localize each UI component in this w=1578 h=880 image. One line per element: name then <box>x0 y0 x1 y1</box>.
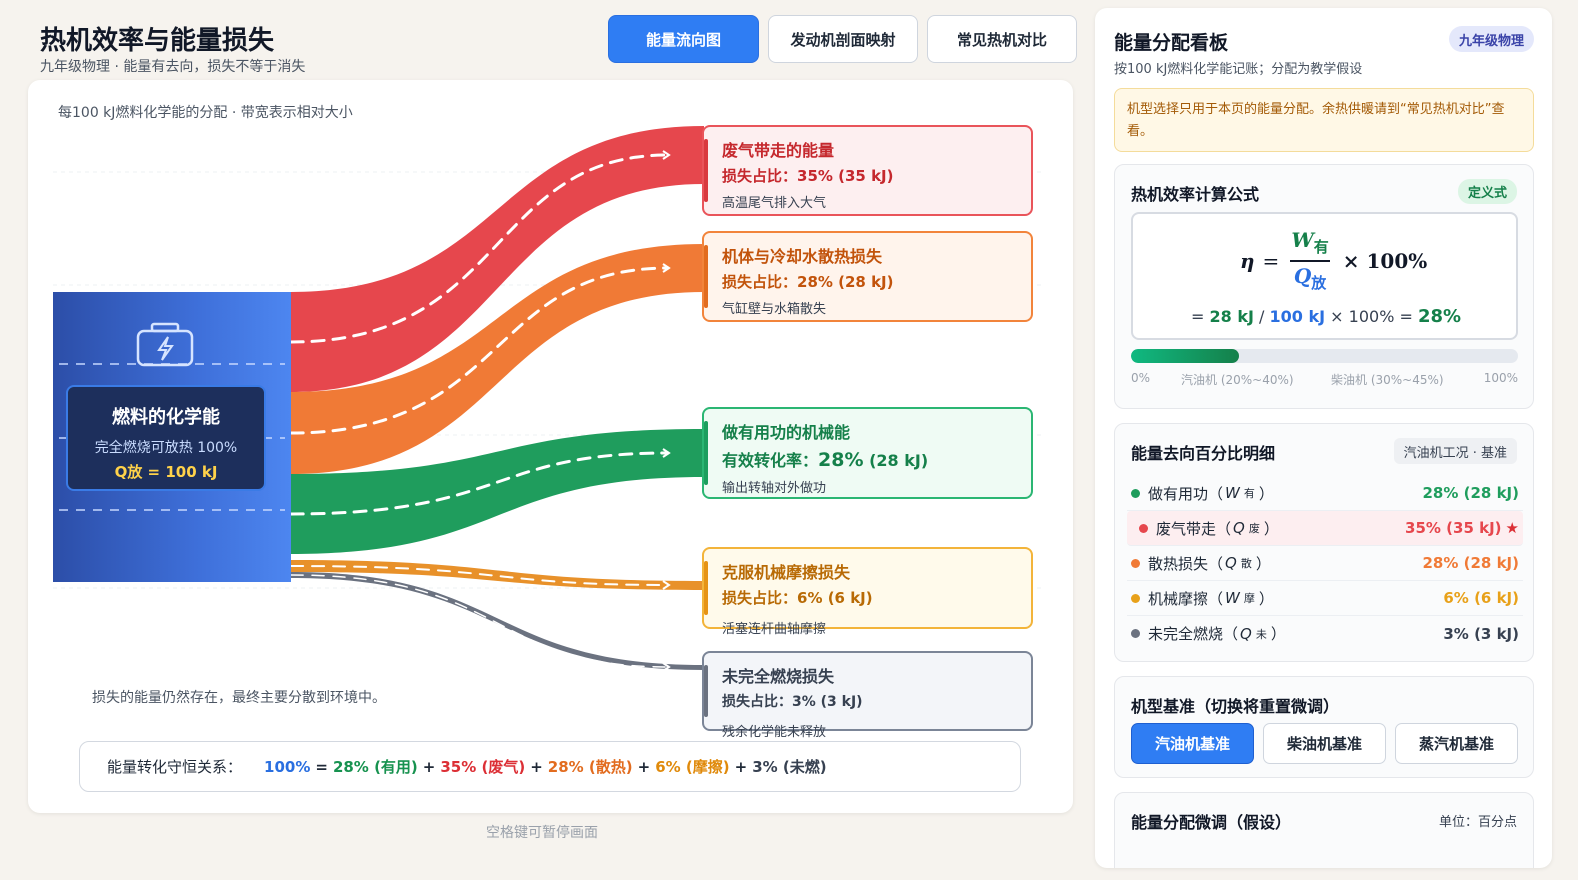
output-ratio: 损失占比：35% (35 kJ) <box>722 167 894 185</box>
legend-dot-icon <box>1131 488 1140 498</box>
output-ratio: 损失占比：3% (3 kJ) <box>722 694 863 710</box>
conservation-cooling: 28% (散热) <box>547 758 633 776</box>
condition-tag: 汽油机工况 · 基准 <box>1393 438 1517 464</box>
energy-detail-card: 能量去向百分比明细 汽油机工况 · 基准 做有用功（ W 有） 28% (28 kJ)… <box>1114 423 1534 662</box>
conservation-useful: 28% (有用) <box>332 758 418 776</box>
conservation-total: 100% <box>264 757 311 776</box>
battery-bolt-icon <box>136 322 194 367</box>
detail-row-value: 28% (28 kJ) <box>1422 554 1520 572</box>
conservation-equation: 能量转化守恒关系： 100% = 28% (有用) + 35% (废气) + 2… <box>79 741 1021 792</box>
output-ratio: 损失占比：6% (6 kJ) <box>722 589 873 607</box>
output-ratio: 有效转化率：28% (28 kJ) <box>722 449 929 471</box>
fuel-source-card: 燃料的化学能 完全燃烧可放热 100% Q放 = 100 kJ <box>66 385 266 491</box>
output-desc: 残余化学能未释放 <box>722 725 827 740</box>
output-desc: 活塞连杆曲轴摩擦 <box>722 622 827 637</box>
fine-tune-card: 能量分配微调（假设） 单位：百分点 <box>1114 792 1534 868</box>
detail-row-label: 机械摩擦（ W 摩） <box>1131 588 1274 609</box>
app-subtitle: 九年级物理 · 能量有去向，损失不等于消失 <box>40 59 306 75</box>
detail-row: 机械摩擦（ W 摩） 6% (6 kJ) <box>1127 581 1523 616</box>
engine-title: 机型基准（切换将重置微调） <box>1131 697 1340 716</box>
legend-dot-icon <box>1131 629 1140 638</box>
detail-row-value: 35% (35 kJ) ★ <box>1405 519 1519 537</box>
output-card-friction[interactable]: 克服机械摩擦损失 损失占比：6% (6 kJ) 活塞连杆曲轴摩擦 <box>702 547 1033 637</box>
formula-title: 热机效率计算公式 <box>1131 185 1260 204</box>
diesel-baseline-button[interactable]: 柴油机基准 <box>1263 723 1386 764</box>
detail-row-value: 3% (3 kJ) <box>1443 624 1519 643</box>
output-card-cooling[interactable]: 机体与冷却水散热损失 损失占比：28% (28 kJ) 气缸壁与水箱散失 <box>702 231 1033 322</box>
detail-row: 废气带走（ Q 废） 35% (35 kJ) ★ <box>1127 511 1523 546</box>
output-card-exhaust[interactable]: 废气带走的能量 损失占比：35% (35 kJ) 高温尾气排入大气 <box>702 125 1033 216</box>
detail-title: 能量去向百分比明细 <box>1131 444 1276 463</box>
energy-flow-panel: 每100 kJ燃料化学能的分配 · 带宽表示相对大小 燃料的化学能 完全燃烧可放… <box>28 80 1073 813</box>
conservation-exhaust: 35% (废气) <box>440 758 526 776</box>
grade-badge: 九年级物理 <box>1448 26 1534 52</box>
detail-row-label: 未完全燃烧（ Q 未） <box>1131 623 1286 644</box>
unit-label: 单位：百分点 <box>1438 815 1517 830</box>
engine-baseline-card: 机型基准（切换将重置微调） 汽油机基准 柴油机基准 蒸汽机基准 <box>1114 676 1534 778</box>
detail-row-value: 6% (6 kJ) <box>1443 589 1519 607</box>
detail-row-label: 做有用功（ W 有） <box>1131 483 1274 504</box>
output-title: 机体与冷却水散热损失 <box>722 247 883 266</box>
output-title: 做有用功的机械能 <box>722 423 851 442</box>
detail-row-label: 散热损失（ Q 散） <box>1131 553 1271 574</box>
tab-engine-compare[interactable]: 常见热机对比 <box>927 15 1077 63</box>
formula-box: η = W有 Q放 × 100% = 28 kJ / 100 kJ × 100%… <box>1131 212 1518 340</box>
conservation-label: 能量转化守恒关系： <box>107 758 243 776</box>
loss-note: 损失的能量仍然存在，最终主要分散到环境中。 <box>92 690 386 706</box>
efficiency-calculation: = 28 kJ / 100 kJ × 100% = 28% <box>1191 306 1462 327</box>
dashboard-subtitle: 按100 kJ燃料化学能记账；分配为教学假设 <box>1114 62 1363 77</box>
formula-card: 热机效率计算公式 定义式 η = W有 Q放 × 100% = 28 kJ / … <box>1114 164 1534 409</box>
view-tabs: 能量流向图 发动机剖面映射 常见热机对比 <box>608 15 1077 63</box>
notice-banner: 机型选择只用于本页的能量分配。余热供暖请到“常见热机对比”查看。 <box>1114 88 1534 152</box>
steam-baseline-button[interactable]: 蒸汽机基准 <box>1395 723 1518 764</box>
detail-row-value: 28% (28 kJ) <box>1422 484 1520 502</box>
gasoline-baseline-button[interactable]: 汽油机基准 <box>1131 723 1254 764</box>
energy-dashboard: 能量分配看板 九年级物理 按100 kJ燃料化学能记账；分配为教学假设 机型选择… <box>1095 8 1552 868</box>
source-desc: 完全燃烧可放热 100% <box>94 440 238 456</box>
pause-hint: 空格键可暂停画面 <box>486 825 598 841</box>
star-icon: ★ <box>1505 519 1519 537</box>
detail-row: 做有用功（ W 有） 28% (28 kJ) <box>1127 476 1523 511</box>
tab-engine-section[interactable]: 发动机剖面映射 <box>768 15 918 63</box>
efficiency-bar <box>1131 349 1518 363</box>
dashboard-title: 能量分配看板 <box>1114 32 1229 54</box>
conservation-unburnt: 3% (未燃) <box>752 758 827 776</box>
detail-row-label: 废气带走（ Q 废） <box>1139 518 1279 539</box>
detail-row: 未完全燃烧（ Q 未） 3% (3 kJ) <box>1127 616 1523 651</box>
legend-dot-icon <box>1131 593 1140 603</box>
definition-tag: 定义式 <box>1457 179 1517 204</box>
detail-row: 散热损失（ Q 散） 28% (28 kJ) <box>1127 546 1523 581</box>
output-desc: 输出转轴对外做功 <box>722 481 827 496</box>
app-title: 热机效率与能量损失 <box>40 26 275 56</box>
output-ratio: 损失占比：28% (28 kJ) <box>722 273 894 291</box>
output-title: 克服机械摩擦损失 <box>722 563 851 582</box>
output-desc: 气缸壁与水箱散失 <box>722 302 827 317</box>
output-card-useful[interactable]: 做有用功的机械能 有效转化率：28% (28 kJ) 输出转轴对外做功 <box>702 407 1033 499</box>
source-value: Q放 = 100 kJ <box>114 463 218 481</box>
output-title: 废气带走的能量 <box>722 141 835 160</box>
tab-energy-flow[interactable]: 能量流向图 <box>608 15 759 63</box>
tune-title: 能量分配微调（假设） <box>1131 813 1292 832</box>
legend-dot-icon <box>1139 523 1148 533</box>
output-title: 未完全燃烧损失 <box>722 667 835 686</box>
efficiency-formula: η = W有 Q放 × 100% <box>1240 228 1428 292</box>
detail-list: 做有用功（ W 有） 28% (28 kJ) 废气带走（ Q 废） 35% (35 kJ) ★ 散… <box>1127 476 1523 651</box>
legend-dot-icon <box>1131 558 1140 568</box>
efficiency-bar-fill <box>1131 349 1240 363</box>
source-title: 燃料的化学能 <box>112 407 220 428</box>
engine-buttons: 汽油机基准 柴油机基准 蒸汽机基准 <box>1131 723 1518 764</box>
conservation-friction: 6% (摩擦) <box>655 758 730 776</box>
output-card-unburnt[interactable]: 未完全燃烧损失 损失占比：3% (3 kJ) 残余化学能未释放 <box>702 651 1033 740</box>
output-desc: 高温尾气排入大气 <box>722 196 827 211</box>
